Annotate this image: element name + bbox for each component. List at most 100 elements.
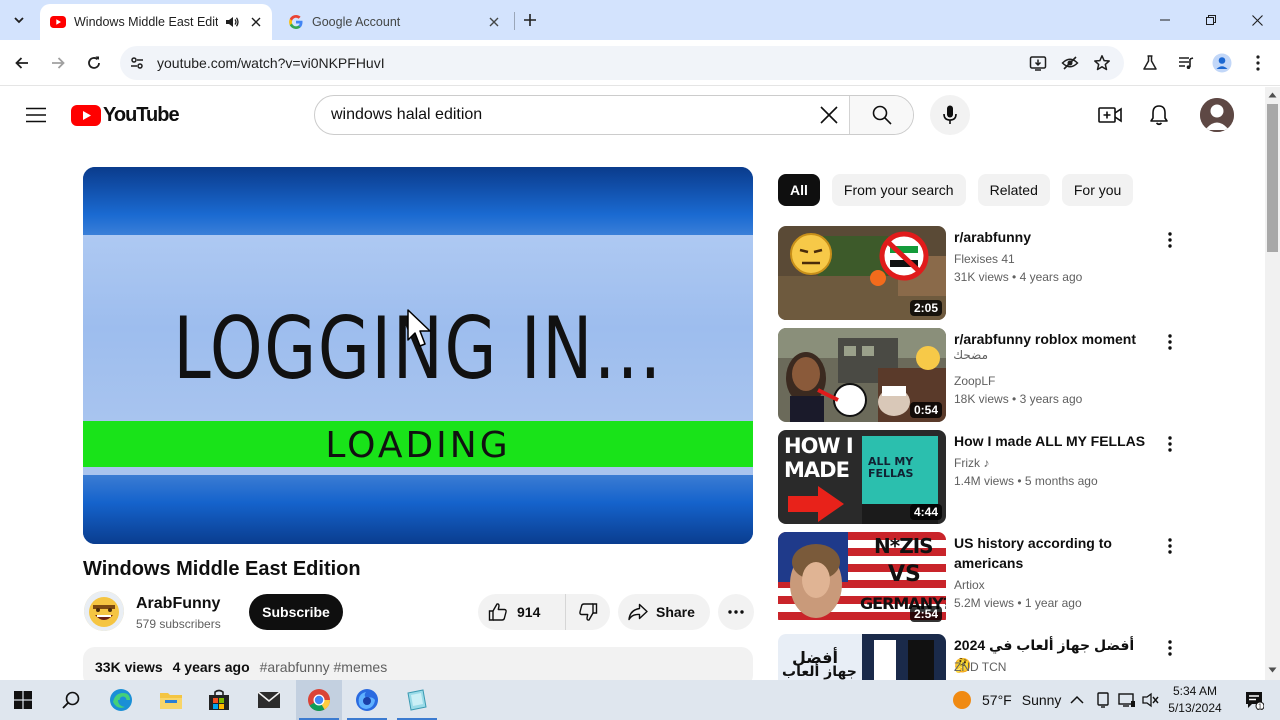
start-button[interactable]: [0, 680, 46, 720]
channel-name[interactable]: Flexises 41: [954, 252, 1015, 266]
chevron-up-icon[interactable]: [1070, 695, 1084, 705]
channel-name[interactable]: ArabFunny: [136, 595, 220, 613]
video-thumbnail[interactable]: 0:54: [778, 328, 946, 422]
recommended-video[interactable]: 0:54 r/arabfunny roblox moment مضحك Zoop…: [778, 328, 1188, 422]
search-button[interactable]: [849, 96, 913, 134]
system-clock[interactable]: 5:34 AM 5/13/2024: [1162, 683, 1228, 717]
taskbar-mail[interactable]: [246, 680, 292, 720]
bookmark-button[interactable]: [1090, 51, 1114, 75]
video-menu-button[interactable]: [1158, 228, 1182, 252]
install-app-button[interactable]: [1026, 51, 1050, 75]
video-title[interactable]: How I made ALL MY FELLAS: [954, 431, 1150, 451]
youtube-logo[interactable]: YouTube: [71, 104, 180, 126]
video-thumbnail[interactable]: 2:05: [778, 226, 946, 320]
reload-button[interactable]: [80, 49, 108, 77]
thumbs-up-icon: [488, 603, 507, 621]
channel-name[interactable]: Artiox: [954, 578, 985, 592]
tab-youtube[interactable]: Windows Middle East Edition - YouTube: [40, 4, 272, 40]
folder-icon: [160, 693, 182, 709]
age: 4 years ago: [1019, 270, 1083, 284]
address-bar[interactable]: youtube.com/watch?v=vi0NKPFHuvI: [120, 46, 1124, 80]
video-stats: 18K views • 3 years ago: [954, 392, 1083, 406]
video-title[interactable]: US history according to americans: [954, 533, 1150, 573]
store-bag-icon: [209, 689, 229, 710]
subscribe-button[interactable]: Subscribe: [249, 594, 343, 630]
recommended-video[interactable]: N*ZIS VS GERMANY? 2:54 US history accord…: [778, 532, 1188, 626]
restore-button[interactable]: [1188, 0, 1234, 40]
volume-muted-icon[interactable]: [1142, 692, 1160, 708]
scroll-up-arrow-icon[interactable]: [1268, 92, 1277, 98]
windows-taskbar: 57°F Sunny 5:34 AM 5/13/2024 1: [0, 680, 1280, 720]
video-menu-button[interactable]: [1158, 636, 1182, 660]
more-actions-button[interactable]: [718, 594, 754, 630]
svg-text:1: 1: [1258, 704, 1262, 710]
tab-search-button[interactable]: [6, 7, 32, 33]
video-title[interactable]: r/arabfunny roblox moment: [954, 329, 1150, 349]
scroll-down-arrow-icon[interactable]: [1268, 667, 1277, 673]
audio-playing-icon[interactable]: [224, 14, 240, 30]
forward-button[interactable]: [44, 49, 72, 77]
tab-close-button[interactable]: [246, 12, 266, 32]
recommended-video[interactable]: 2:05 r/arabfunny Flexises 41 31K views •…: [778, 226, 1188, 320]
network-icon[interactable]: [1118, 692, 1136, 708]
video-menu-button[interactable]: [1158, 534, 1182, 558]
profile-button[interactable]: [1209, 50, 1235, 76]
video-loading-text: LOADING: [325, 425, 511, 466]
video-player[interactable]: LOGGING IN... LOADING: [83, 167, 753, 544]
close-window-button[interactable]: [1234, 0, 1280, 40]
clear-search-button[interactable]: [811, 97, 847, 133]
taskbar-firefox[interactable]: [344, 680, 390, 720]
queue-music-icon: [1179, 57, 1194, 69]
mouse-cursor-icon: [407, 309, 431, 347]
close-icon: [1251, 14, 1263, 26]
search-taskbar-button[interactable]: [48, 680, 94, 720]
taskbar-file-explorer[interactable]: [148, 680, 194, 720]
taskbar-app[interactable]: [394, 680, 440, 720]
back-button[interactable]: [8, 49, 36, 77]
tab-close-button[interactable]: [484, 12, 504, 32]
minimize-button[interactable]: [1142, 0, 1188, 40]
dislike-button[interactable]: [566, 594, 610, 630]
chrome-menu-button[interactable]: [1245, 50, 1271, 76]
page-scrollbar-thumb[interactable]: [1267, 104, 1278, 252]
recommended-video[interactable]: أفضل جهاز ألعاب أفضل جهاز ألعاب في 2024 …: [778, 634, 1188, 680]
chip-all[interactable]: All: [778, 174, 820, 206]
device-icon[interactable]: [1096, 692, 1110, 708]
chip-for-you[interactable]: For you: [1061, 174, 1134, 206]
video-thumbnail[interactable]: أفضل جهاز ألعاب: [778, 634, 946, 680]
taskbar-chrome[interactable]: [296, 680, 342, 720]
taskbar-store[interactable]: [196, 680, 242, 720]
weather-widget[interactable]: 57°F Sunny: [952, 680, 1061, 720]
tab-google-account[interactable]: Google Account: [278, 4, 510, 40]
chip-related[interactable]: Related: [977, 174, 1050, 206]
like-button[interactable]: 914: [478, 594, 566, 630]
account-avatar[interactable]: [1200, 98, 1234, 132]
notifications-button[interactable]: [1145, 101, 1173, 129]
new-tab-button[interactable]: [518, 8, 542, 32]
video-thumbnail[interactable]: N*ZIS VS GERMANY? 2:54: [778, 532, 946, 626]
recommended-video[interactable]: HOW I MADE ALL MY FELLAS 4:44 How I made…: [778, 430, 1188, 524]
youtube-play-icon: [71, 104, 101, 126]
hashtags[interactable]: #arabfunny #memes: [260, 659, 388, 675]
media-controls-button[interactable]: [1173, 50, 1199, 76]
voice-search-button[interactable]: [930, 95, 970, 135]
channel-name[interactable]: ZoopLF: [954, 374, 995, 388]
taskbar-edge[interactable]: [98, 680, 144, 720]
video-thumbnail[interactable]: HOW I MADE ALL MY FELLAS 4:44: [778, 430, 946, 524]
video-menu-button[interactable]: [1158, 330, 1182, 354]
video-title[interactable]: r/arabfunny: [954, 227, 1150, 247]
chip-from-your-search[interactable]: From your search: [831, 174, 966, 206]
labs-button[interactable]: [1137, 50, 1163, 76]
tracking-protection-button[interactable]: [1058, 51, 1082, 75]
flask-icon: [1143, 55, 1157, 70]
guide-menu-button[interactable]: [22, 101, 50, 129]
video-menu-button[interactable]: [1158, 432, 1182, 456]
channel-name[interactable]: ZND TCN: [954, 660, 1006, 674]
channel-avatar[interactable]: [84, 591, 124, 631]
channel-name[interactable]: Frizk ♪: [954, 456, 989, 470]
share-button[interactable]: Share: [618, 594, 710, 630]
create-button[interactable]: [1096, 101, 1124, 129]
site-info-button[interactable]: [120, 46, 154, 80]
search-input[interactable]: [315, 106, 811, 124]
notification-center-button[interactable]: 1: [1234, 680, 1274, 720]
